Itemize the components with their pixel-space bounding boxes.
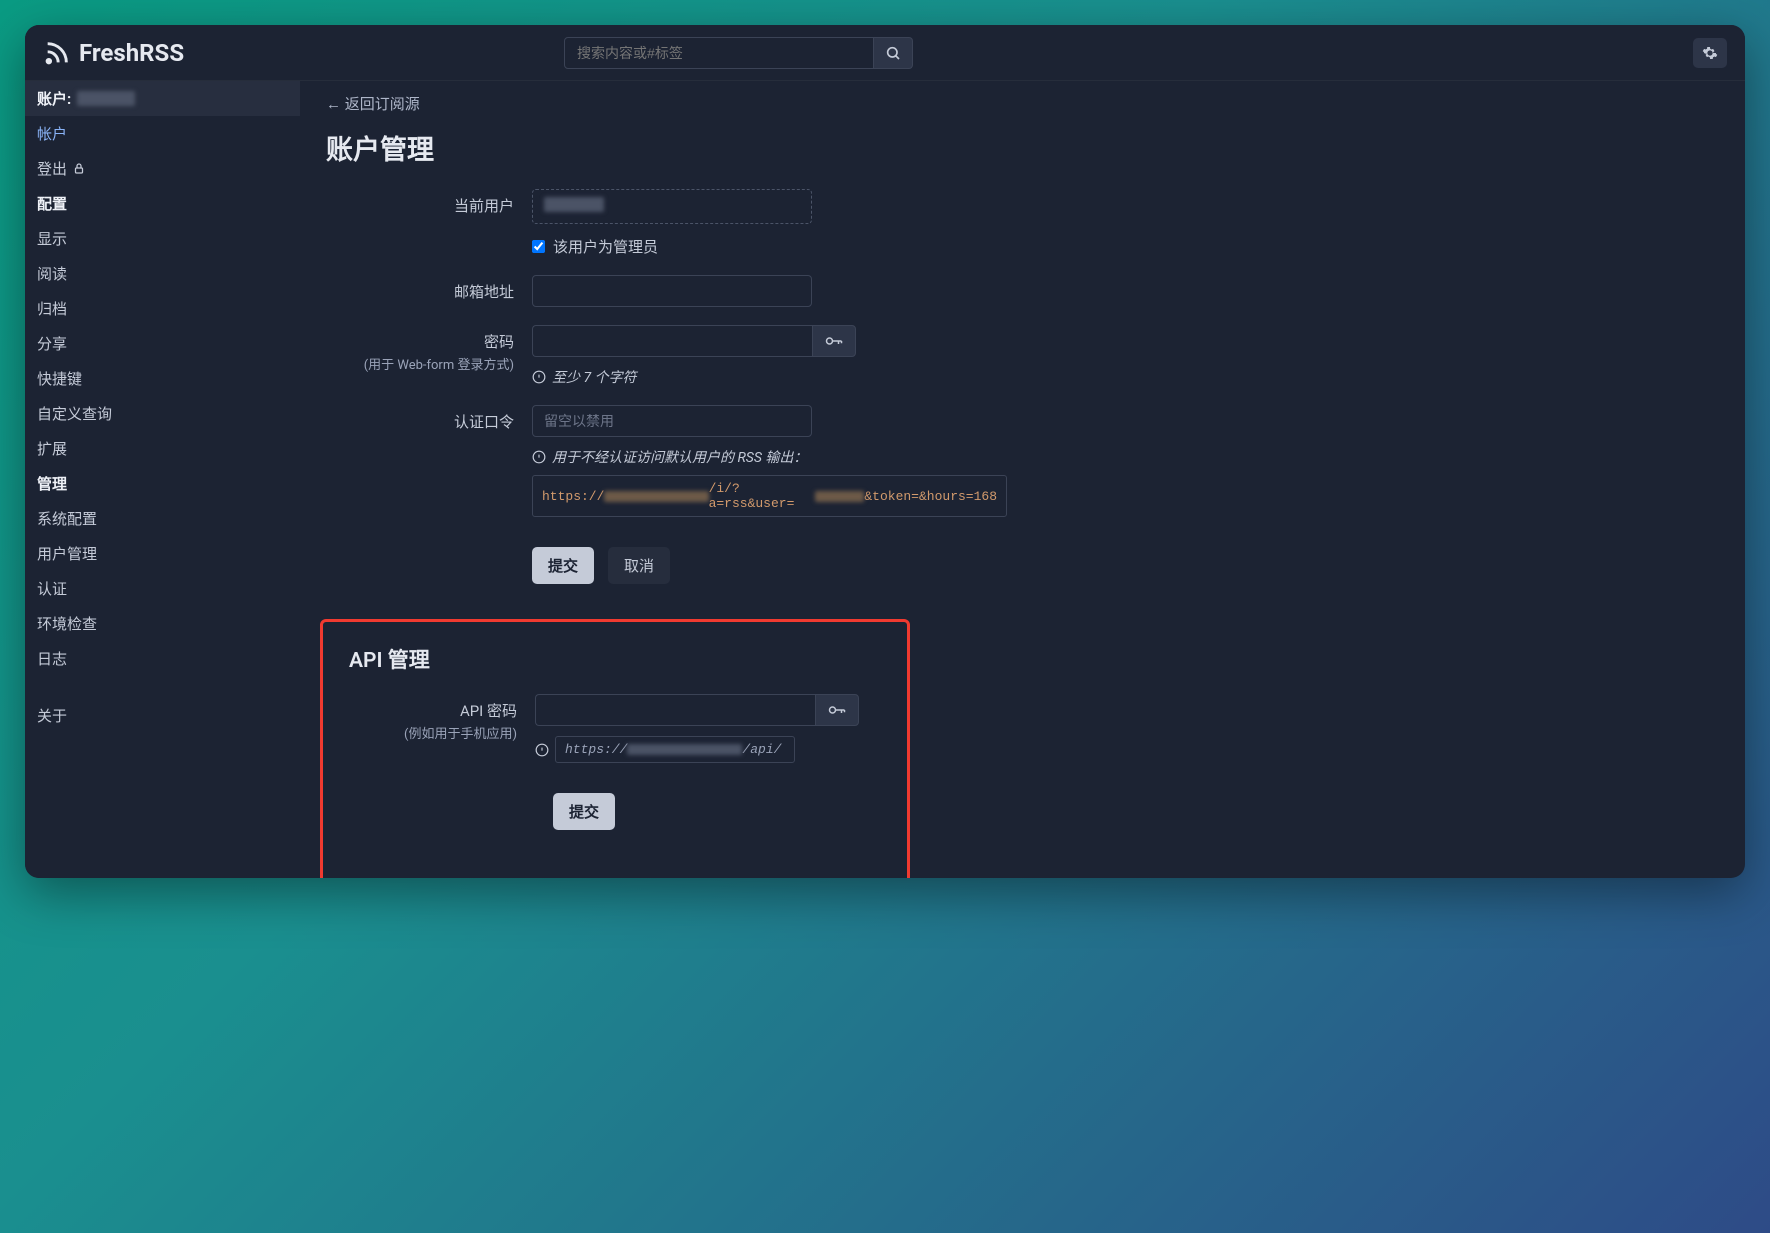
api-section-title: API 管理 bbox=[349, 644, 881, 674]
api-password-input[interactable] bbox=[535, 694, 815, 726]
lock-icon bbox=[73, 162, 85, 175]
sidebar-item-label: 管理 bbox=[37, 473, 67, 494]
search-input[interactable] bbox=[564, 37, 874, 69]
redacted-user bbox=[815, 491, 865, 502]
search-button[interactable] bbox=[874, 37, 913, 69]
current-user-box bbox=[532, 189, 812, 224]
sidebar-item-label: 系统配置 bbox=[37, 508, 97, 529]
page-title: 账户管理 bbox=[326, 128, 1719, 167]
sidebar-item-label: 显示 bbox=[37, 228, 67, 249]
info-icon bbox=[532, 370, 546, 384]
app-window: FreshRSS 账户: 帐户登出配置显示阅读归档分享快捷键自定义查询扩展管理系… bbox=[25, 25, 1745, 878]
sidebar-item-label: 帐户 bbox=[37, 123, 67, 144]
sidebar-item-11[interactable]: 系统配置 bbox=[25, 501, 300, 536]
redacted-username bbox=[77, 91, 135, 106]
sidebar-item-label: 分享 bbox=[37, 333, 67, 354]
sidebar-item-12[interactable]: 用户管理 bbox=[25, 536, 300, 571]
settings-button[interactable] bbox=[1693, 38, 1727, 68]
email-input[interactable] bbox=[532, 275, 812, 307]
search-wrap bbox=[564, 37, 913, 69]
admin-checkbox-label: 该用户为管理员 bbox=[553, 236, 658, 257]
sidebar-item-0[interactable]: 帐户 bbox=[25, 116, 300, 151]
api-url-row: https:///api/ bbox=[535, 736, 881, 763]
sidebar-item-label: 认证 bbox=[37, 578, 67, 599]
main-content: ← 返回订阅源 账户管理 当前用户 该用户为管理员 邮箱地址 bbox=[300, 81, 1745, 878]
sidebar-item-label: 关于 bbox=[37, 705, 67, 726]
label-token: 认证口令 bbox=[326, 405, 532, 432]
api-submit-button[interactable]: 提交 bbox=[553, 793, 615, 830]
key-icon bbox=[825, 334, 843, 348]
redacted-api-host bbox=[627, 744, 742, 755]
row-email: 邮箱地址 bbox=[326, 275, 1719, 307]
row-api-password: API 密码 (例如用于手机应用) bbox=[349, 694, 881, 763]
admin-checkbox[interactable] bbox=[532, 240, 545, 253]
sidebar-item-label: 登出 bbox=[37, 158, 67, 179]
row-password: 密码 (用于 Web-form 登录方式) bbox=[326, 325, 1719, 387]
sidebar-item-label: 扩展 bbox=[37, 438, 67, 459]
label-current-user: 当前用户 bbox=[326, 189, 532, 216]
sidebar-item-1[interactable]: 登出 bbox=[25, 151, 300, 186]
sidebar-account-header: 账户: bbox=[25, 81, 300, 116]
api-section: API 管理 API 密码 (例如用于手机应用) bbox=[320, 619, 910, 878]
sidebar-item-9[interactable]: 扩展 bbox=[25, 431, 300, 466]
redacted-current-user bbox=[544, 197, 604, 212]
label-email: 邮箱地址 bbox=[326, 275, 532, 302]
sidebar-item-8[interactable]: 自定义查询 bbox=[25, 396, 300, 431]
api-url-box[interactable]: https:///api/ bbox=[555, 736, 795, 763]
password-toggle-button[interactable] bbox=[812, 325, 856, 357]
gear-icon bbox=[1702, 45, 1718, 61]
cancel-button[interactable]: 取消 bbox=[608, 547, 670, 584]
sidebar-account-label: 账户: bbox=[37, 88, 71, 109]
token-input[interactable] bbox=[532, 405, 812, 437]
info-icon bbox=[532, 450, 546, 464]
sidebar-item-15[interactable]: 日志 bbox=[25, 641, 300, 676]
app-name: FreshRSS bbox=[79, 39, 184, 67]
sidebar-item-label: 阅读 bbox=[37, 263, 67, 284]
sidebar-item-label: 日志 bbox=[37, 648, 67, 669]
sidebar-item-13[interactable]: 认证 bbox=[25, 571, 300, 606]
app-logo[interactable]: FreshRSS bbox=[43, 39, 184, 67]
key-icon bbox=[828, 703, 846, 717]
api-password-toggle-button[interactable] bbox=[815, 694, 859, 726]
topbar: FreshRSS bbox=[25, 25, 1745, 81]
back-link[interactable]: ← 返回订阅源 bbox=[326, 93, 420, 114]
body: 账户: 帐户登出配置显示阅读归档分享快捷键自定义查询扩展管理系统配置用户管理认证… bbox=[25, 81, 1745, 878]
search-icon bbox=[885, 45, 901, 61]
token-url-box[interactable]: https:///i/?a=rss&user=&token=&hours=168 bbox=[532, 475, 1007, 517]
sidebar-item-6[interactable]: 分享 bbox=[25, 326, 300, 361]
sidebar-item-label: 归档 bbox=[37, 298, 67, 319]
sidebar-item-label: 快捷键 bbox=[37, 368, 82, 389]
submit-button[interactable]: 提交 bbox=[532, 547, 594, 584]
sidebar-item-label: 配置 bbox=[37, 193, 67, 214]
form-actions: 提交 取消 bbox=[532, 547, 1719, 584]
row-token: 认证口令 用于不经认证访问默认用户的 RSS 输出： https:///i/?a… bbox=[326, 405, 1719, 517]
sidebar-item-label: 环境检查 bbox=[37, 613, 97, 634]
row-current-user: 当前用户 该用户为管理员 bbox=[326, 189, 1719, 257]
sidebar: 账户: 帐户登出配置显示阅读归档分享快捷键自定义查询扩展管理系统配置用户管理认证… bbox=[25, 81, 300, 878]
sidebar-item-3[interactable]: 显示 bbox=[25, 221, 300, 256]
sidebar-item-label: 自定义查询 bbox=[37, 403, 112, 424]
api-actions: 提交 bbox=[553, 793, 881, 830]
sidebar-item-14[interactable]: 环境检查 bbox=[25, 606, 300, 641]
sidebar-about[interactable]: 关于 bbox=[25, 698, 300, 733]
label-password: 密码 (用于 Web-form 登录方式) bbox=[326, 325, 532, 373]
redacted-host bbox=[604, 491, 708, 502]
password-hint: 至少 7 个字符 bbox=[532, 367, 1052, 387]
sidebar-item-5[interactable]: 归档 bbox=[25, 291, 300, 326]
sidebar-item-2: 配置 bbox=[25, 186, 300, 221]
password-input[interactable] bbox=[532, 325, 812, 357]
sidebar-item-label: 用户管理 bbox=[37, 543, 97, 564]
sidebar-item-4[interactable]: 阅读 bbox=[25, 256, 300, 291]
token-hint: 用于不经认证访问默认用户的 RSS 输出： bbox=[532, 447, 1052, 467]
info-icon bbox=[535, 743, 549, 757]
rss-icon bbox=[43, 39, 71, 67]
sidebar-item-10: 管理 bbox=[25, 466, 300, 501]
label-api-password: API 密码 (例如用于手机应用) bbox=[349, 694, 535, 742]
sidebar-item-7[interactable]: 快捷键 bbox=[25, 361, 300, 396]
admin-checkbox-row: 该用户为管理员 bbox=[532, 236, 1052, 257]
